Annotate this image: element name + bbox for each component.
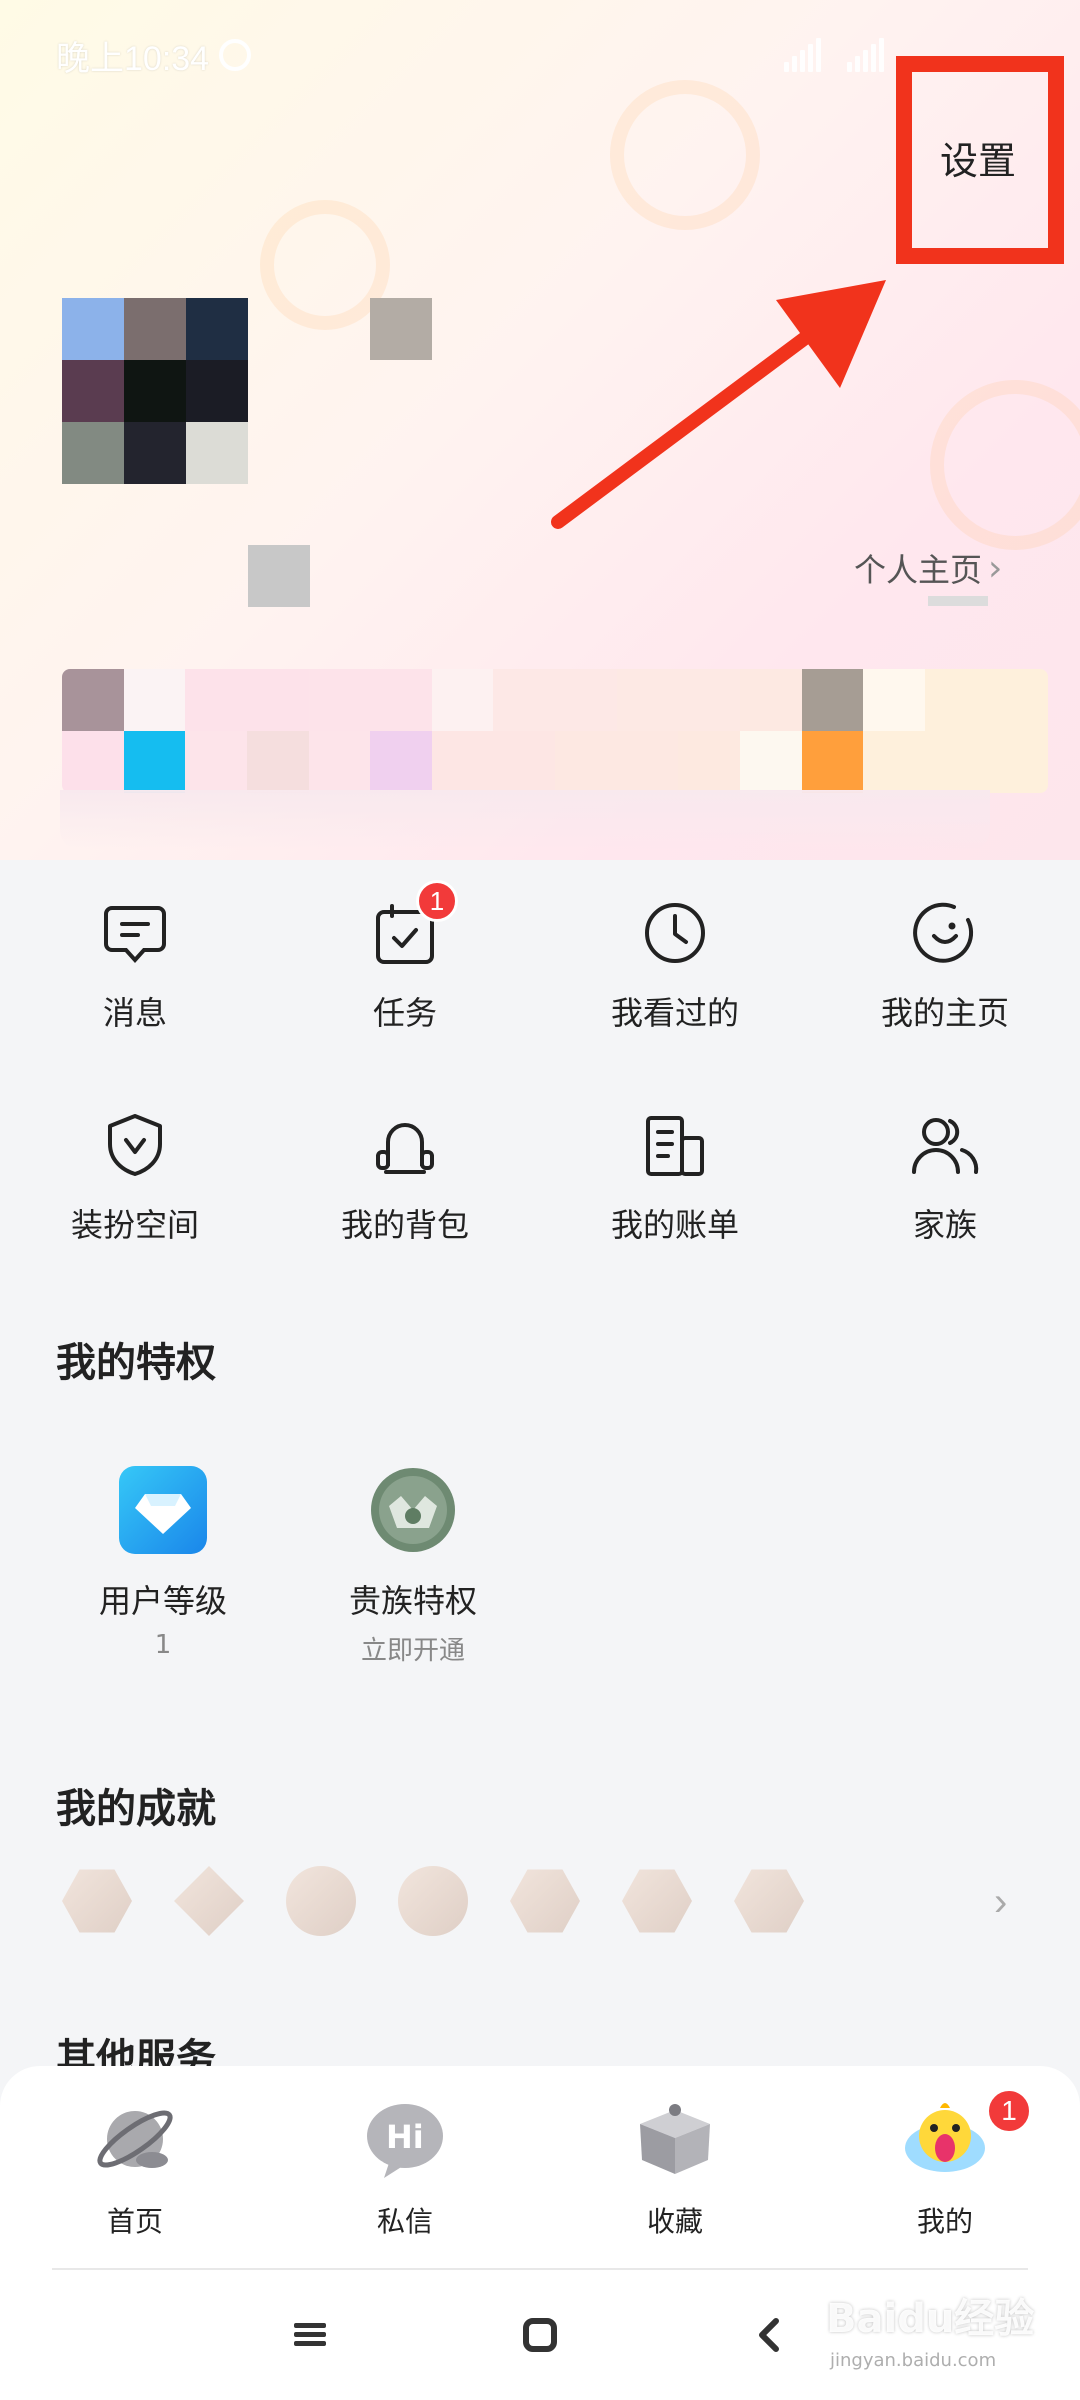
privilege-label: 用户等级 (98, 1582, 227, 1620)
signal-indicators (784, 38, 884, 72)
feature-grid-row: 装扮空间 我的背包 我的账单 家族 (0, 1092, 1080, 1304)
nav-label: 收藏 (646, 2205, 703, 2238)
other-services-section-title: 其他服务 (56, 2026, 216, 2066)
privilege-sub: 1 (154, 1630, 172, 1660)
menu-icon[interactable] (280, 2305, 340, 2365)
hi-bubble-icon: Hi (367, 2104, 443, 2178)
homepage-icon (913, 902, 974, 963)
diamond-icon (119, 1466, 207, 1554)
box-icon (640, 2104, 710, 2174)
avatar[interactable] (62, 298, 248, 484)
vip-banner-blurred[interactable] (62, 669, 1048, 793)
privilege-noble[interactable]: 贵族特权 立即开通 (303, 1466, 523, 1667)
menu-item-label: 我的背包 (340, 1206, 469, 1244)
username-blurred (370, 298, 432, 360)
achievement-badge-icon (510, 1869, 580, 1933)
menu-item-backpack[interactable]: 我的背包 (270, 1092, 540, 1304)
nav-mine[interactable]: 我的 1 (810, 2088, 1080, 2276)
menu-item-label: 装扮空间 (70, 1206, 199, 1244)
achievement-badge-icon (622, 1869, 692, 1933)
watermark-url: jingyan.baidu.com (830, 2350, 997, 2371)
watermark-logo: Baidu经验 (826, 2296, 1035, 2342)
user-id-blurred (248, 545, 310, 607)
nav-label: 我的 (916, 2205, 973, 2238)
backpack-icon (376, 1123, 434, 1174)
menu-item-label: 我看过的 (610, 994, 739, 1032)
profile-underline (928, 596, 988, 606)
duck-avatar-icon (905, 2103, 985, 2172)
chevron-right-icon: › (988, 547, 1003, 589)
notification-badge: 1 (416, 880, 458, 922)
menu-item-label: 我的主页 (880, 994, 1009, 1032)
menu-item-label: 任务 (372, 994, 437, 1032)
status-time: 晚上10:34 (56, 39, 210, 78)
menu-item-tasks[interactable]: 任务 1 (270, 880, 540, 1092)
achievement-badge-icon (286, 1866, 356, 1936)
privileges-section-title: 我的特权 (56, 1340, 216, 1386)
privilege-label: 贵族特权 (348, 1582, 477, 1620)
signal-icon (784, 38, 821, 72)
nav-favorites[interactable]: 收藏 (540, 2094, 810, 2276)
profile-link-label: 个人主页 (854, 551, 983, 589)
nav-label: 私信 (376, 2205, 433, 2238)
menu-item-bills[interactable]: 我的账单 (540, 1092, 810, 1304)
annotation-arrow-icon (551, 280, 886, 529)
menu-item-messages[interactable]: 消息 (0, 880, 270, 1092)
menu-item-label: 家族 (912, 1206, 977, 1244)
feature-grid-row: 消息 任务 1 我看过的 我的主页 (0, 880, 1080, 1092)
achievement-badge-icon (174, 1866, 244, 1936)
achievements-section-title: 我的成就 (56, 1786, 216, 1832)
menu-item-family[interactable]: 家族 (810, 1092, 1080, 1304)
signal-icon (847, 38, 884, 72)
nav-private-message[interactable]: Hi 私信 (270, 2094, 540, 2276)
chevron-right-icon[interactable]: › (994, 1880, 1007, 1925)
privilege-sub: 立即开通 (360, 1636, 465, 1666)
annotation-highlight-box (896, 56, 1064, 264)
family-icon (912, 1118, 979, 1174)
feature-grid: 消息 任务 1 我看过的 我的主页 装扮空间 我的背包 我的账单 家族 (0, 880, 1080, 1304)
bottom-navigation: 首页 Hi 私信 收藏 我的 1 (0, 2066, 1080, 2276)
home-square-icon[interactable] (510, 2305, 570, 2365)
bill-icon (646, 1116, 704, 1176)
nav-home[interactable]: 首页 (0, 2094, 270, 2276)
achievement-badge-icon (398, 1866, 468, 1936)
privilege-user-level[interactable]: 用户等级 1 (53, 1466, 273, 1660)
dressup-icon (108, 1114, 162, 1176)
notification-badge: 1 (986, 2088, 1032, 2134)
menu-item-label: 我的账单 (610, 1206, 739, 1244)
svg-text:Hi: Hi (386, 2118, 424, 2156)
home-planet-icon (97, 2110, 173, 2168)
message-icon (104, 906, 166, 963)
achievement-badge-icon (734, 1869, 804, 1933)
other-services-label: 其他服务 (56, 2036, 216, 2066)
achievement-badge-icon (62, 1869, 132, 1933)
history-icon (645, 903, 705, 963)
profile-home-link[interactable]: 个人主页 › (854, 545, 1002, 591)
noble-badge-icon (371, 1468, 455, 1552)
alarm-icon (219, 39, 252, 71)
menu-item-label: 消息 (102, 994, 167, 1032)
banner-shadow (60, 790, 990, 850)
menu-item-history[interactable]: 我看过的 (540, 880, 810, 1092)
decorative-face-icon (930, 380, 1080, 550)
achievements-row[interactable] (62, 1866, 804, 1936)
menu-item-my-homepage[interactable]: 我的主页 (810, 880, 1080, 1092)
menu-item-dressup[interactable]: 装扮空间 (0, 1092, 270, 1304)
nav-label: 首页 (106, 2205, 163, 2238)
back-icon[interactable] (740, 2305, 800, 2365)
